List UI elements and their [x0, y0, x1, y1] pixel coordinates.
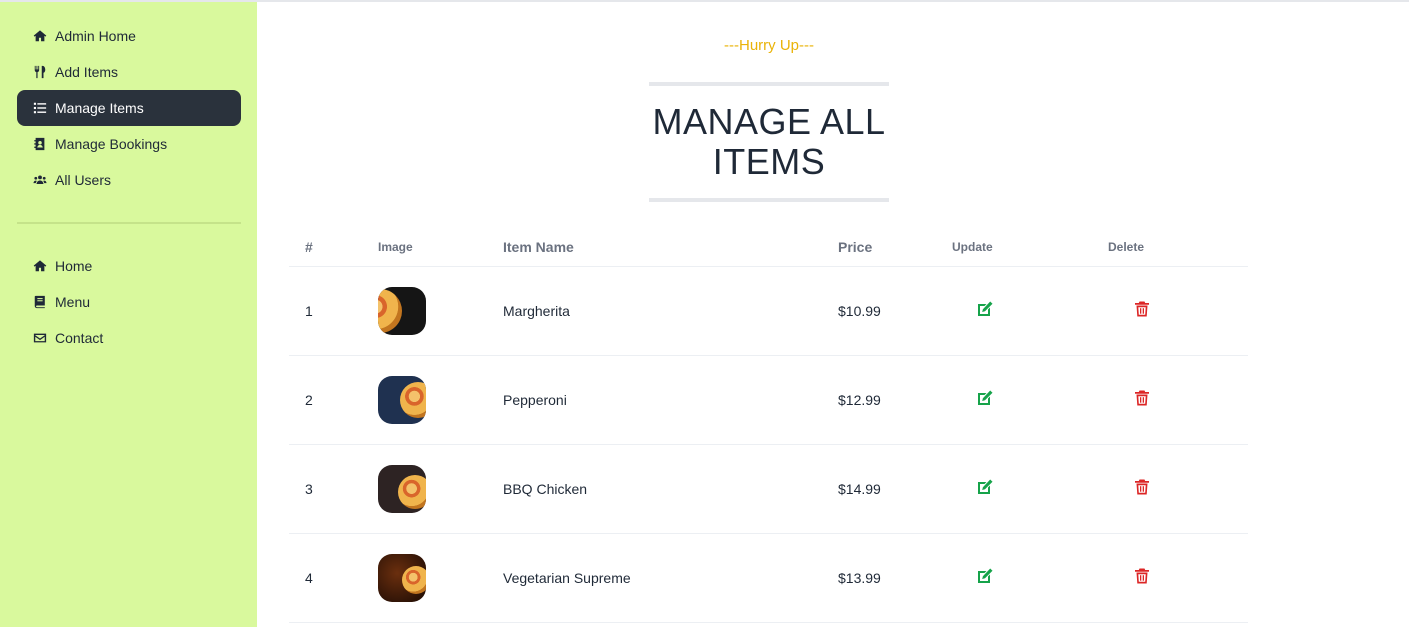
- sidebar: Admin Home Add Items Manage Items Manage…: [0, 2, 257, 627]
- item-image-cell: [378, 287, 503, 335]
- item-name: Margherita: [503, 303, 570, 319]
- admin-nav: Admin Home Add Items Manage Items Manage…: [0, 2, 257, 198]
- sidebar-item-label: Contact: [55, 330, 104, 346]
- item-image: [378, 287, 426, 335]
- column-header-delete: Delete: [1108, 240, 1145, 254]
- edit-icon[interactable]: [976, 300, 994, 318]
- column-header-image: Image: [378, 240, 413, 254]
- item-price: $10.99: [838, 303, 881, 319]
- delete-cell: [1108, 389, 1248, 412]
- section-subheading: ---Hurry Up---: [724, 37, 814, 54]
- sidebar-item-admin-home[interactable]: Admin Home: [17, 18, 241, 54]
- home-icon: [33, 29, 47, 43]
- delete-cell: [1108, 478, 1248, 501]
- sidebar-item-manage-items[interactable]: Manage Items: [17, 90, 241, 126]
- delete-cell: [1108, 300, 1248, 323]
- item-image-cell: [378, 465, 503, 513]
- update-cell: [952, 389, 1108, 412]
- row-number: 2: [305, 392, 313, 408]
- main-content: ---Hurry Up--- MANAGE ALL ITEMS # Image …: [257, 2, 1409, 627]
- table-row: 1 Margherita $10.99: [289, 267, 1248, 356]
- sidebar-item-label: All Users: [55, 172, 112, 188]
- home-icon: [33, 259, 47, 273]
- item-name: BBQ Chicken: [503, 481, 588, 497]
- sidebar-item-add-items[interactable]: Add Items: [17, 54, 241, 90]
- sidebar-item-label: Manage Items: [55, 100, 144, 116]
- row-number: 4: [305, 570, 313, 586]
- address-book-icon: [33, 137, 47, 151]
- pizza-image: [398, 475, 426, 509]
- edit-icon[interactable]: [976, 389, 994, 407]
- item-image-cell: [378, 554, 503, 602]
- item-image: [378, 554, 426, 602]
- sidebar-item-home[interactable]: Home: [17, 248, 241, 284]
- column-header-number: #: [305, 239, 313, 255]
- sidebar-item-menu[interactable]: Menu: [17, 284, 241, 320]
- table-row: 4 Vegetarian Supreme $13.99: [289, 534, 1248, 623]
- users-icon: [33, 173, 47, 187]
- table-header: # Image Item Name Price Update Delete: [289, 228, 1248, 267]
- trash-icon[interactable]: [1133, 389, 1151, 407]
- trash-icon[interactable]: [1133, 300, 1151, 318]
- site-nav: Home Menu Contact: [0, 248, 257, 356]
- page-title-line-2: ITEMS: [712, 141, 826, 182]
- delete-cell: [1108, 567, 1248, 590]
- pizza-image: [378, 289, 402, 333]
- utensils-icon: [33, 65, 47, 79]
- page-title-line-1: MANAGE ALL: [652, 101, 886, 142]
- page-title: MANAGE ALL ITEMS: [652, 102, 885, 182]
- item-image: [378, 376, 426, 424]
- sidebar-item-label: Home: [55, 258, 93, 274]
- column-header-price: Price: [838, 239, 873, 255]
- sidebar-item-label: Menu: [55, 294, 91, 310]
- sidebar-item-label: Add Items: [55, 64, 119, 80]
- item-image-cell: [378, 376, 503, 424]
- book-icon: [33, 295, 47, 309]
- sidebar-divider: [17, 222, 241, 224]
- row-number: 3: [305, 481, 313, 497]
- column-header-item-name: Item Name: [503, 239, 574, 255]
- update-cell: [952, 300, 1108, 323]
- sidebar-item-label: Admin Home: [55, 28, 136, 44]
- update-cell: [952, 567, 1108, 590]
- item-price: $12.99: [838, 392, 881, 408]
- sidebar-item-label: Manage Bookings: [55, 136, 168, 152]
- sidebar-item-contact[interactable]: Contact: [17, 320, 241, 356]
- items-table: # Image Item Name Price Update Delete 1 …: [289, 228, 1248, 623]
- update-cell: [952, 478, 1108, 501]
- edit-icon[interactable]: [976, 567, 994, 585]
- column-header-update: Update: [952, 240, 993, 254]
- trash-icon[interactable]: [1133, 567, 1151, 585]
- row-number: 1: [305, 303, 313, 319]
- edit-icon[interactable]: [976, 478, 994, 496]
- sidebar-item-manage-bookings[interactable]: Manage Bookings: [17, 126, 241, 162]
- section-heading-box: MANAGE ALL ITEMS: [649, 82, 889, 202]
- item-price: $14.99: [838, 481, 881, 497]
- table-row: 2 Pepperoni $12.99: [289, 356, 1248, 445]
- envelope-icon: [33, 331, 47, 345]
- item-name: Vegetarian Supreme: [503, 570, 631, 586]
- item-price: $13.99: [838, 570, 881, 586]
- table-row: 3 BBQ Chicken $14.99: [289, 445, 1248, 534]
- pizza-image: [402, 566, 426, 594]
- item-name: Pepperoni: [503, 392, 567, 408]
- pizza-image: [400, 382, 426, 418]
- list-icon: [33, 101, 47, 115]
- trash-icon[interactable]: [1133, 478, 1151, 496]
- item-image: [378, 465, 426, 513]
- sidebar-item-all-users[interactable]: All Users: [17, 162, 241, 198]
